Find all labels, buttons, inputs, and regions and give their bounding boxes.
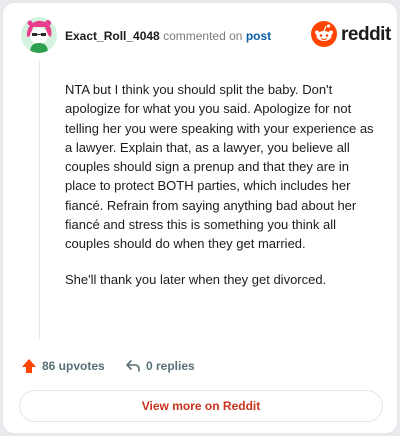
upvote-button[interactable]: 86 upvotes	[21, 357, 105, 375]
commented-on-text: commented on	[163, 29, 243, 43]
reply-count: 0 replies	[146, 359, 195, 373]
comment-header: Exact_Roll_4048 commented on post reddit	[21, 17, 391, 53]
reddit-wordmark: reddit	[341, 24, 391, 45]
comment-body: NTA but I think you should split the bab…	[65, 80, 375, 305]
upvote-count: 86 upvotes	[42, 359, 105, 373]
username-link[interactable]: Exact_Roll_4048	[65, 29, 160, 43]
comment-paragraph: NTA but I think you should split the bab…	[65, 82, 374, 252]
reply-arrow-icon	[126, 360, 140, 372]
reddit-snoo-icon	[311, 21, 337, 47]
reply-button[interactable]: 0 replies	[125, 357, 195, 375]
view-more-button[interactable]: View more on Reddit	[19, 390, 383, 422]
embedded-comment-card: Exact_Roll_4048 commented on post reddit…	[2, 2, 398, 434]
reddit-logo[interactable]: reddit	[311, 21, 391, 49]
thread-line	[39, 61, 40, 339]
upvote-arrow-icon	[22, 359, 36, 373]
post-link[interactable]: post	[246, 29, 271, 43]
snoo-avatar-icon	[21, 17, 57, 53]
comment-paragraph: She'll thank you later when they get div…	[65, 271, 327, 287]
comment-meta: Exact_Roll_4048 commented on post	[65, 29, 271, 43]
user-avatar[interactable]	[21, 17, 57, 53]
